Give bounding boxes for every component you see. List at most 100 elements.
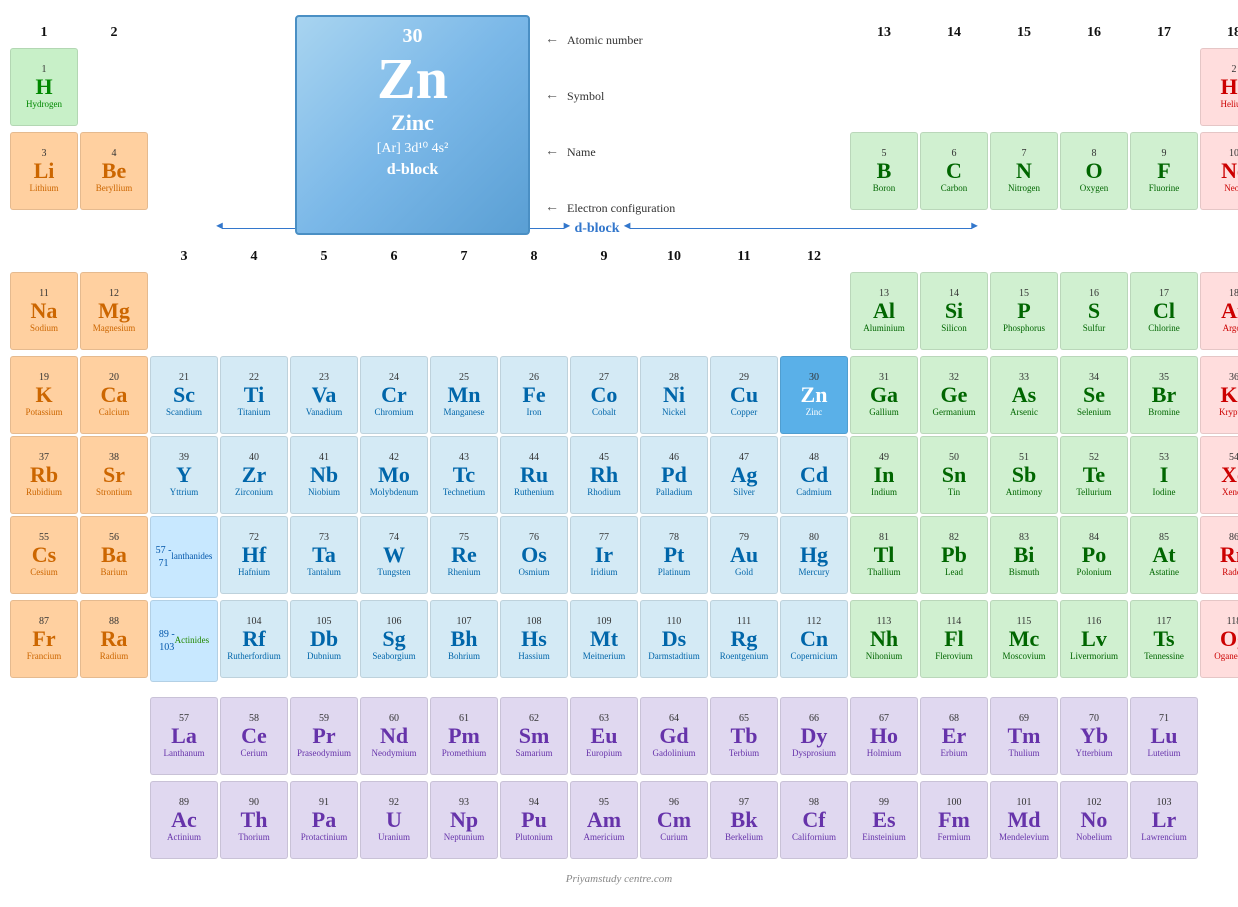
element-symbol-cm: Cm [657,809,691,831]
element-name-fe: Iron [527,407,542,419]
element-rn: 86RnRadon [1200,516,1238,594]
element-name-ga: Gallium [869,407,899,419]
element-symbol-tb: Tb [731,725,758,747]
element-mn: 25MnManganese [430,356,498,434]
table-row-4: 19KPotassium20CaCalcium21ScScandium22TiT… [10,356,1228,434]
element-name-er: Erbium [941,748,968,760]
element-name-se: Selenium [1077,407,1111,419]
element-symbol-pt: Pt [664,544,685,566]
element-symbol-cl: Cl [1153,300,1175,322]
element-sg: 106SgSeaborgium [360,600,428,678]
element-sr: 38SrStrontium [80,436,148,514]
element-symbol-as: As [1012,384,1036,406]
element-symbol-mt: Mt [590,628,618,650]
element-symbol-s: S [1088,300,1100,322]
element-symbol-ne: Ne [1221,160,1238,182]
element-symbol-nh: Nh [870,628,898,650]
element-symbol-hf: Hf [242,544,266,566]
sg-7: 7 [430,244,498,269]
element-name-ag: Silver [733,487,755,499]
element-ts: 117TsTennessine [1130,600,1198,678]
element-name-mo: Molybdenum [370,487,419,499]
element-symbol-re: Re [451,544,477,566]
element-nh: 113NhNihonium [850,600,918,678]
element-er: 68ErErbium [920,697,988,775]
element-name-cu: Copper [731,407,758,419]
element-symbol-no: No [1081,809,1108,831]
element-symbol-gd: Gd [659,725,688,747]
element-he: 2HeHelium [1200,48,1238,126]
lanthanide-placeholder: 57 -71lanthanides [150,516,218,598]
element-name-te: Tellurium [1076,487,1111,499]
element-name-sm: Samarium [516,748,553,760]
element-name-lu: Lutetium [1148,748,1181,760]
element-au: 79AuGold [710,516,778,594]
element-name-ds: Darmstadtium [648,651,700,663]
element-name-k: Potassium [25,407,62,419]
sg-3: 3 [150,244,218,269]
arrow-icon: ← [545,32,559,48]
sg-5: 5 [290,244,358,269]
element-name-h: Hydrogen [26,99,62,111]
element-i: 53IIodine [1130,436,1198,514]
element-md: 101MdMendelevium [990,781,1058,859]
element-name-rg: Roentgenium [720,651,769,663]
element-os: 76OsOsmium [500,516,568,594]
element-hg: 80HgMercury [780,516,848,594]
element-dy: 66DyDysprosium [780,697,848,775]
element-o: 8OOxygen [1060,132,1128,210]
annotation-name: ← Name [545,144,675,160]
element-symbol-tm: Tm [1008,725,1041,747]
element-name-bh: Bohrium [448,651,480,663]
element-name-fm: Fermium [938,832,971,844]
element-symbol-ac: Ac [171,809,197,831]
element-am: 95AmAmericium [570,781,638,859]
element-name-ce: Cerium [241,748,268,760]
element-symbol-fe: Fe [522,384,545,406]
element-symbol-pm: Pm [448,725,480,747]
element-symbol-ir: Ir [595,544,613,566]
element-name-co: Cobalt [592,407,616,419]
element-name-in: Indium [871,487,897,499]
element-name-zn: Zinc [806,407,823,419]
element-symbol-sr: Sr [103,464,125,486]
element-si: 14SiSilicon [920,272,988,350]
element-symbol-tc: Tc [453,464,475,486]
element-name-li: Lithium [30,183,59,195]
element-f: 9FFluorine [1130,132,1198,210]
annotation-atomic-number: ← Atomic number [545,32,675,48]
element-name-cn: Copernicium [791,651,838,663]
element-name-kr: Krypton [1219,407,1238,419]
element-name-tm: Thulium [1009,748,1040,760]
element-name-rb: Rubidium [26,487,62,499]
element-ce: 58CeCerium [220,697,288,775]
element-nb: 41NbNiobium [290,436,358,514]
element-name-xe: Xenon [1222,487,1238,499]
element-fm: 100FmFermium [920,781,988,859]
element-name-ne: Neon [1224,183,1238,195]
element-li: 3LiLithium [10,132,78,210]
element-pb: 82PbLead [920,516,988,594]
annotation-atomic-number-label: Atomic number [567,33,643,48]
element-name-po: Polonium [1076,567,1111,579]
element-name-es: Einsteinium [862,832,906,844]
element-name-ba: Barium [101,567,128,579]
element-name-au: Gold [735,567,753,579]
element-pt: 78PtPlatinum [640,516,708,594]
element-symbol-ta: Ta [312,544,336,566]
element-mc: 115McMoscovium [990,600,1058,678]
element-symbol-ts: Ts [1153,628,1174,650]
legend-atomic-number: 30 [305,25,520,48]
element-symbol-ni: Ni [663,384,685,406]
element-symbol-si: Si [945,300,963,322]
element-symbol-ga: Ga [870,384,898,406]
element-name-v: Vanadium [306,407,343,419]
element-bk: 97BkBerkelium [710,781,778,859]
element-symbol-ge: Ge [941,384,968,406]
element-symbol-cs: Cs [32,544,56,566]
element-sn: 50SnTin [920,436,988,514]
empty-cell [150,132,218,214]
arrow-icon-2: ← [545,88,559,104]
element-name-md: Mendelevium [999,832,1049,844]
element-fe: 26FeIron [500,356,568,434]
